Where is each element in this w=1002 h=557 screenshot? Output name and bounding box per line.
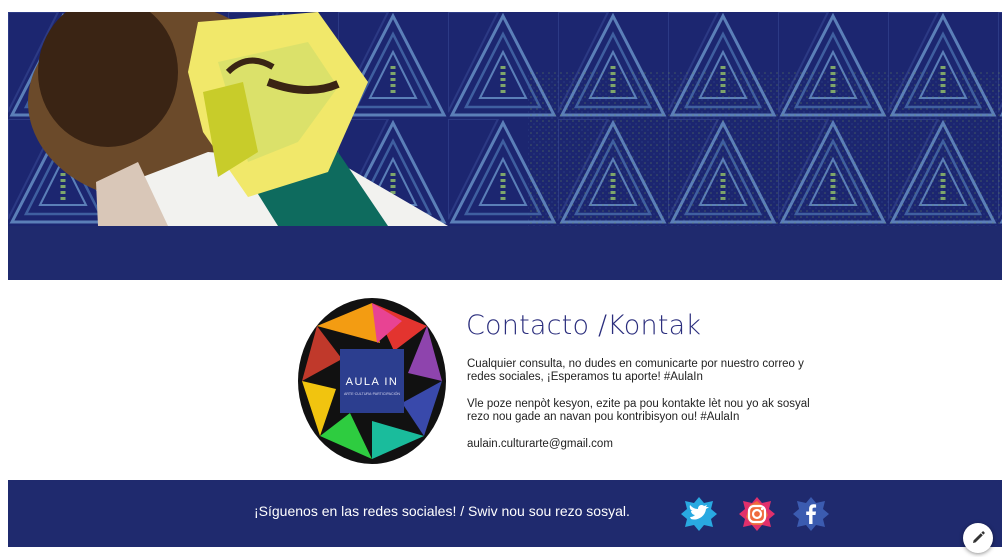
pencil-icon bbox=[973, 531, 985, 543]
nav-band bbox=[8, 226, 1002, 280]
facebook-icon bbox=[793, 497, 829, 531]
hero-illustration bbox=[8, 12, 1002, 226]
instagram-link[interactable] bbox=[738, 495, 776, 533]
follow-us-text: ¡Síguenos en las redes sociales! / Swiv … bbox=[254, 503, 630, 519]
social-footer: ¡Síguenos en las redes sociales! / Swiv … bbox=[8, 480, 1002, 547]
contact-section: AULA IN ARTE·CULTURA·PARTICIPACIÓN Conta… bbox=[0, 280, 1002, 480]
contact-email[interactable]: aulain.culturarte@gmail.com bbox=[467, 438, 827, 451]
hero-banner bbox=[8, 12, 1002, 226]
contact-title: Contacto /Kontak bbox=[466, 310, 702, 341]
facebook-link[interactable] bbox=[792, 495, 830, 533]
logo-wordmark: AULA IN bbox=[346, 376, 399, 388]
contact-text-spanish: Cualquier consulta, no dudes en comunica… bbox=[467, 358, 804, 383]
instagram-icon bbox=[739, 497, 775, 531]
aula-in-logo: AULA IN ARTE·CULTURA·PARTICIPACIÓN bbox=[298, 298, 446, 464]
top-strip bbox=[0, 0, 1002, 12]
twitter-link[interactable] bbox=[680, 495, 718, 533]
logo-tagline: ARTE·CULTURA·PARTICIPACIÓN bbox=[344, 391, 400, 396]
twitter-icon bbox=[681, 497, 717, 531]
contact-text-creole: Vle poze nenpòt kesyon, ezite pa pou kon… bbox=[467, 398, 810, 423]
edit-button[interactable] bbox=[963, 523, 993, 553]
